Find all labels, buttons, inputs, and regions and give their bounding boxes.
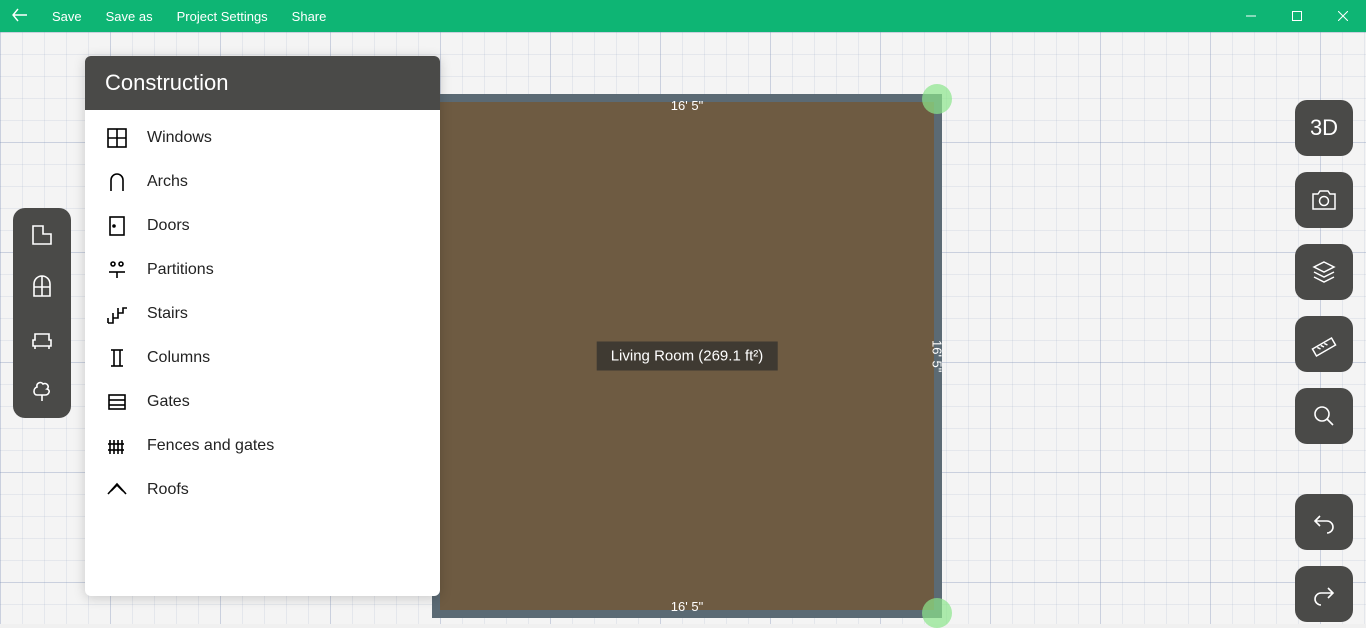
- panel-item-label: Fences and gates: [147, 437, 274, 455]
- top-menubar: Save Save as Project Settings Share: [0, 0, 1366, 32]
- search-button[interactable]: [1295, 388, 1353, 444]
- menu-share[interactable]: Share: [280, 9, 339, 24]
- panel-item-label: Doors: [147, 217, 190, 235]
- menu-save[interactable]: Save: [40, 9, 94, 24]
- panel-item-label: Windows: [147, 129, 212, 147]
- window-maximize-button[interactable]: [1274, 0, 1320, 32]
- panel-item-gates[interactable]: Gates: [85, 380, 440, 424]
- arch-icon: [105, 170, 129, 194]
- stairs-icon: [105, 302, 129, 326]
- panel-item-doors[interactable]: Doors: [85, 204, 440, 248]
- back-button[interactable]: [0, 7, 40, 26]
- redo-button[interactable]: [1295, 566, 1353, 622]
- ruler-button[interactable]: [1295, 316, 1353, 372]
- window-icon: [105, 126, 129, 150]
- panel-item-label: Stairs: [147, 305, 188, 323]
- fence-icon: [105, 434, 129, 458]
- panel-item-roofs[interactable]: Roofs: [85, 468, 440, 512]
- panel-item-columns[interactable]: Columns: [85, 336, 440, 380]
- panel-list: Windows Archs Doors Partitions Stairs: [85, 110, 440, 518]
- dimension-right: 16' 5": [930, 94, 944, 618]
- view-3d-button[interactable]: 3D: [1295, 100, 1353, 156]
- tool-tree[interactable]: [27, 376, 57, 406]
- right-toolbar: 3D: [1295, 100, 1353, 622]
- tool-window[interactable]: [27, 272, 57, 302]
- construction-panel: Construction Windows Archs Doors Partiti…: [85, 56, 440, 596]
- resize-handle-top-right[interactable]: [922, 84, 952, 114]
- window-minimize-button[interactable]: [1228, 0, 1274, 32]
- layers-button[interactable]: [1295, 244, 1353, 300]
- panel-item-label: Archs: [147, 173, 188, 191]
- panel-item-partitions[interactable]: Partitions: [85, 248, 440, 292]
- menu-project-settings[interactable]: Project Settings: [165, 9, 280, 24]
- room-wrap: 16' 5" 16' 5" 16' 5" Living Room (269.1 …: [432, 94, 942, 618]
- camera-button[interactable]: [1295, 172, 1353, 228]
- room-label[interactable]: Living Room (269.1 ft²): [597, 342, 778, 371]
- panel-item-fences[interactable]: Fences and gates: [85, 424, 440, 468]
- panel-item-label: Roofs: [147, 481, 189, 499]
- dimension-top: 16' 5": [432, 98, 942, 113]
- undo-button[interactable]: [1295, 494, 1353, 550]
- panel-item-label: Columns: [147, 349, 210, 367]
- panel-item-archs[interactable]: Archs: [85, 160, 440, 204]
- roof-icon: [105, 478, 129, 502]
- left-toolbar: [13, 208, 71, 418]
- toolbar-gap: [1295, 460, 1353, 478]
- column-icon: [105, 346, 129, 370]
- panel-item-stairs[interactable]: Stairs: [85, 292, 440, 336]
- gate-icon: [105, 390, 129, 414]
- partition-icon: [105, 258, 129, 282]
- panel-item-label: Gates: [147, 393, 190, 411]
- tool-furniture[interactable]: [27, 324, 57, 354]
- panel-item-windows[interactable]: Windows: [85, 116, 440, 160]
- dimension-bottom: 16' 5": [432, 599, 942, 614]
- panel-title: Construction: [85, 56, 440, 110]
- panel-item-label: Partitions: [147, 261, 214, 279]
- door-icon: [105, 214, 129, 238]
- menu-save-as[interactable]: Save as: [94, 9, 165, 24]
- tool-room-shape[interactable]: [27, 220, 57, 250]
- window-close-button[interactable]: [1320, 0, 1366, 32]
